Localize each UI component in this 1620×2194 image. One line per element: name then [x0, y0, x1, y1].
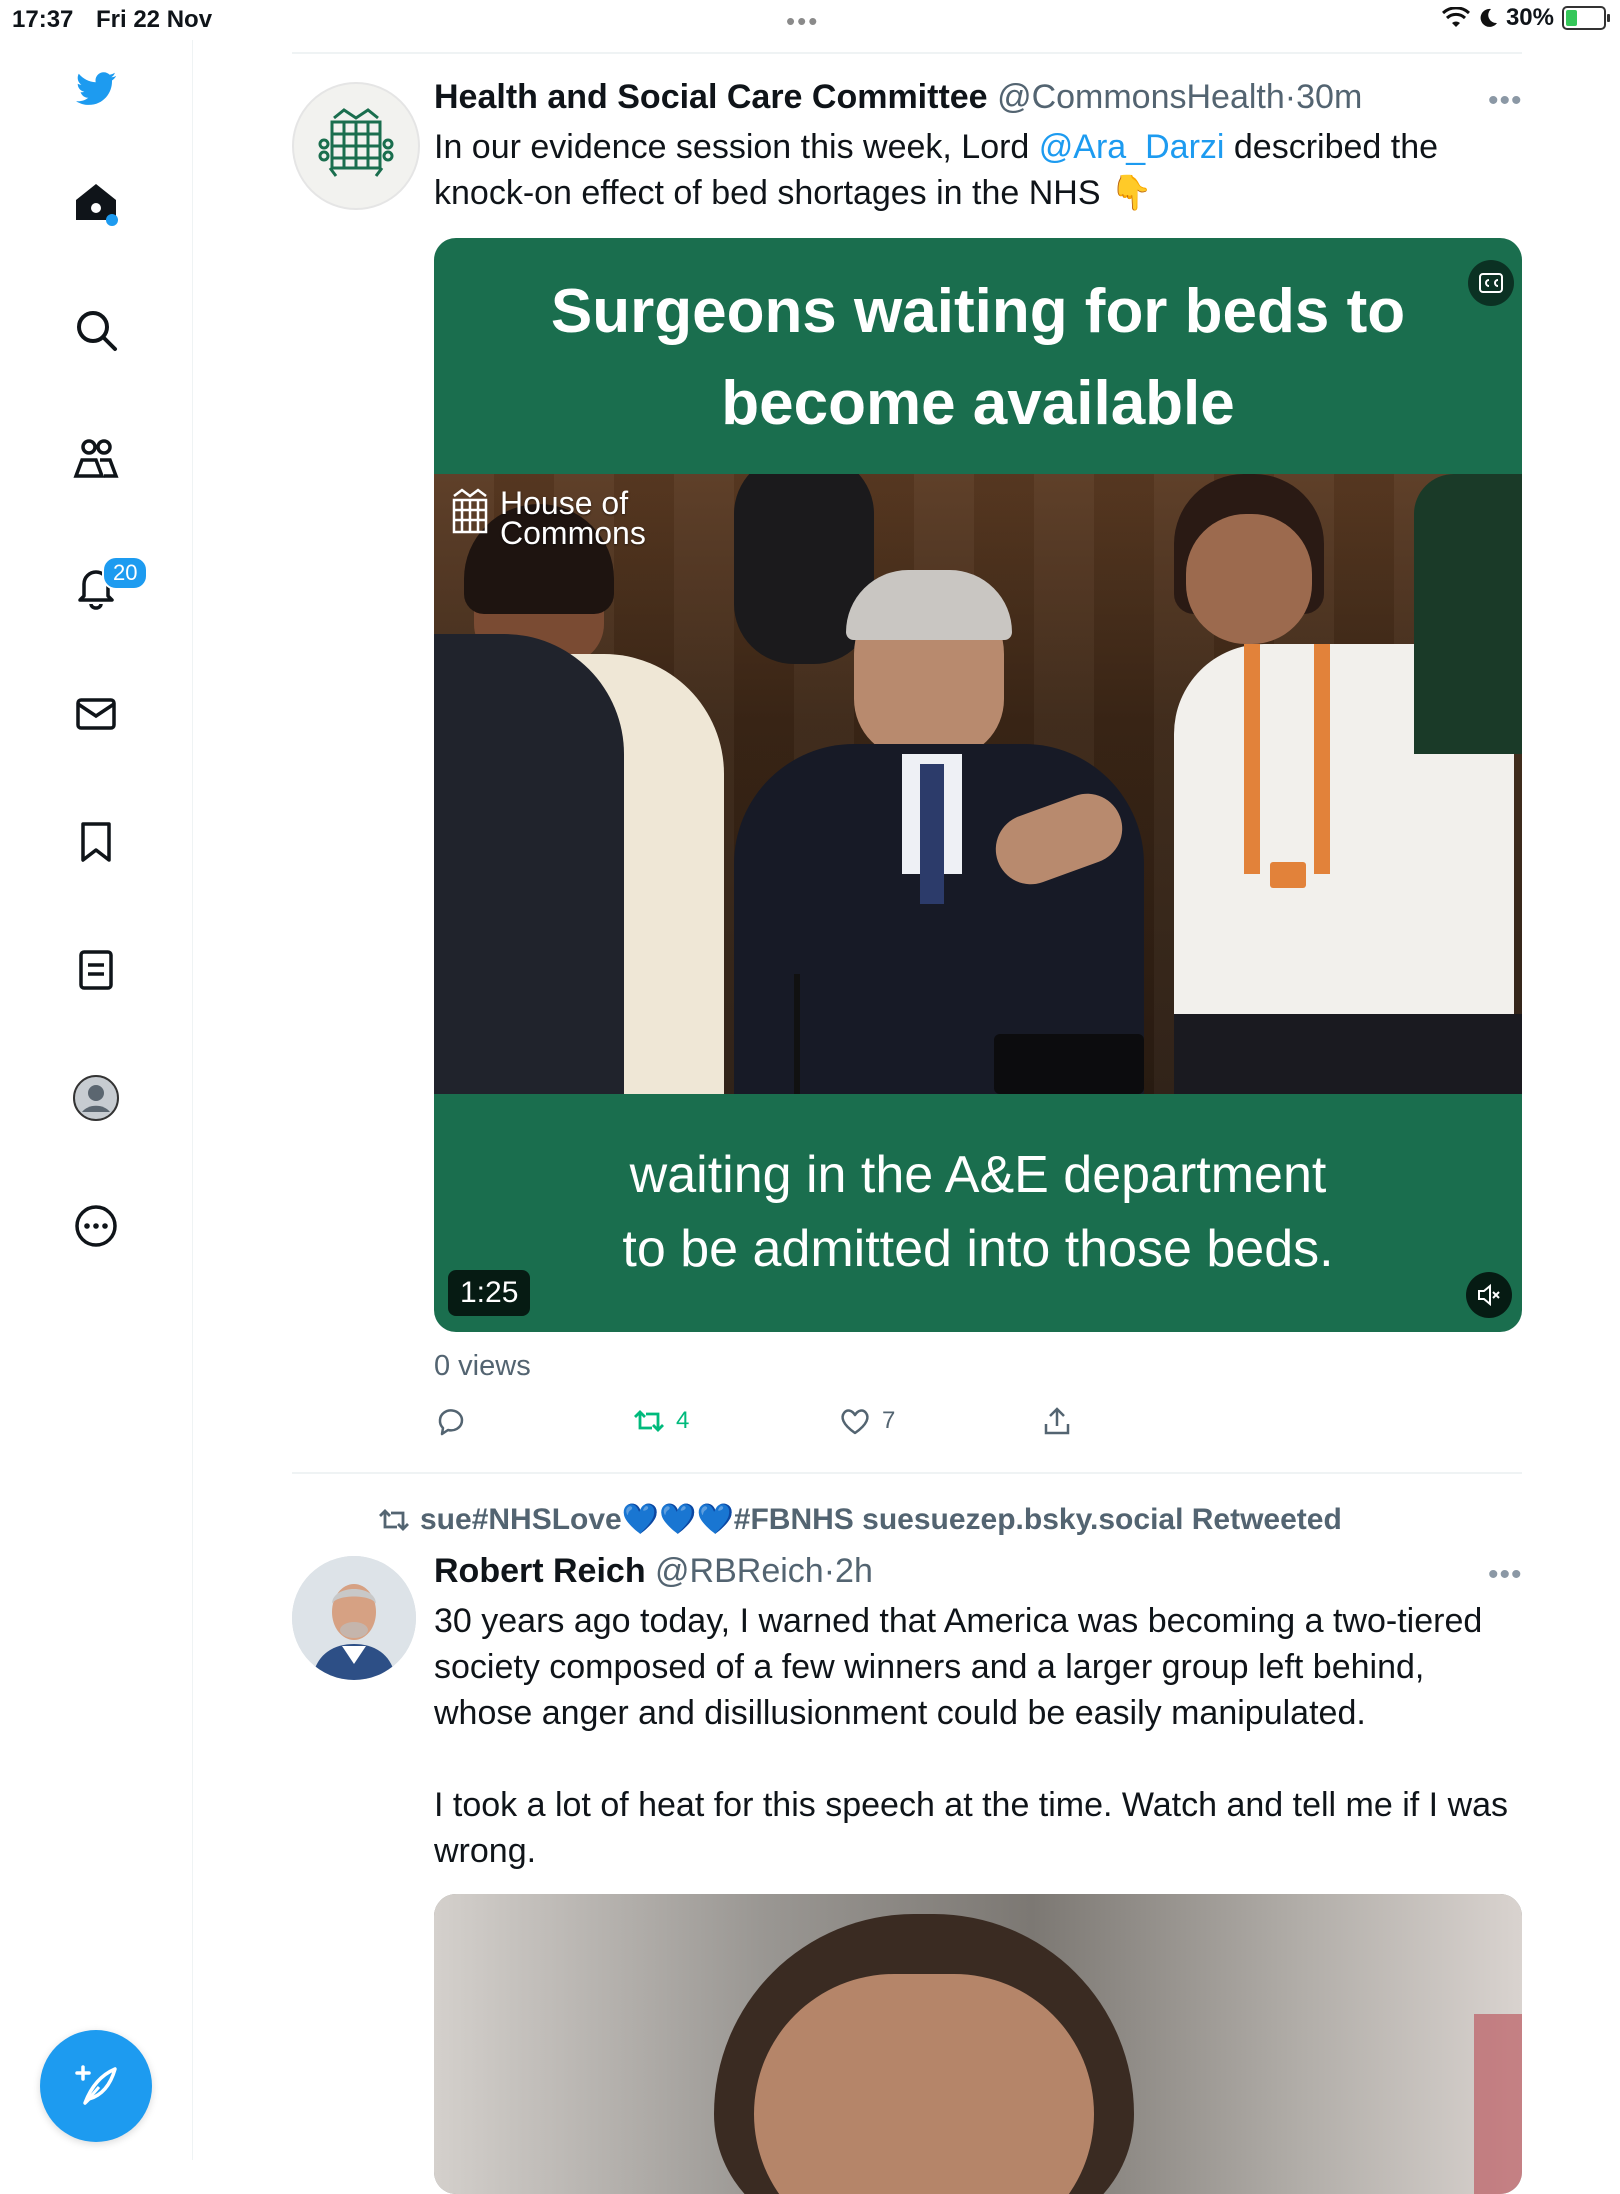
- pointing-down-emoji: 👇: [1109, 174, 1153, 212]
- battery-level: [1566, 10, 1577, 26]
- tweet-text-para2: I took a lot of heat for this speech at …: [434, 1786, 1509, 1870]
- display-name[interactable]: Health and Social Care Committee: [434, 78, 988, 116]
- person-portrait-icon: [292, 1556, 416, 1680]
- like-count: 7: [882, 1407, 896, 1434]
- reply-icon: [438, 1409, 464, 1436]
- handle[interactable]: @CommonsHealth: [997, 78, 1285, 116]
- separator: ·: [823, 1552, 836, 1590]
- status-date: Fri 22 Nov: [96, 6, 213, 33]
- retweet-button[interactable]: 4: [632, 1404, 689, 1438]
- speaker-muted-icon: [1478, 1283, 1500, 1307]
- retweeted-indicator-icon: [379, 1508, 409, 1531]
- sidebar-nav: 20: [0, 40, 193, 2160]
- video-player[interactable]: Surgeons waiting for beds to become avai…: [434, 238, 1522, 1332]
- retweet-count: 4: [676, 1407, 690, 1434]
- messages-envelope-icon[interactable]: [56, 674, 136, 754]
- avatar-rbreich[interactable]: [292, 1556, 416, 1680]
- share-icon: [1044, 1407, 1070, 1435]
- profile-avatar-icon[interactable]: [56, 1058, 136, 1138]
- timestamp[interactable]: 30m: [1296, 78, 1362, 116]
- timestamp[interactable]: 2h: [835, 1552, 873, 1590]
- tweet-header: Health and Social Care Committee @Common…: [434, 78, 1362, 117]
- bookmark-icon[interactable]: [56, 802, 136, 882]
- communities-icon[interactable]: [56, 418, 136, 498]
- house-of-commons-watermark: House of Commons: [448, 485, 646, 551]
- portcullis-watermark-icon: [452, 488, 488, 534]
- feed-top-divider: [292, 52, 1522, 54]
- more-options-icon[interactable]: •••: [1488, 1558, 1523, 1592]
- reply-button[interactable]: [434, 1404, 468, 1438]
- moon-icon: [1480, 8, 1497, 27]
- status-time: 17:37: [12, 6, 74, 33]
- heart-icon: [841, 1409, 869, 1435]
- more-options-icon[interactable]: •••: [1488, 84, 1523, 118]
- status-indicators: 30%: [1441, 4, 1610, 32]
- twitter-bird-icon[interactable]: [56, 50, 136, 130]
- video-duration: 1:25: [448, 1270, 531, 1316]
- compose-feather-icon: [75, 2065, 117, 2105]
- captions-button[interactable]: [1468, 260, 1514, 306]
- retweet-icon: [634, 1410, 664, 1432]
- tweet-divider: [292, 1472, 1522, 1474]
- home-icon[interactable]: [56, 162, 136, 242]
- retweeted-by-line: sue#NHSLove💙💙💙#FBNHS suesuezep.bsky.soci…: [376, 1502, 1342, 1537]
- video-caption-top: Surgeons waiting for beds to become avai…: [550, 277, 1406, 438]
- separator: ·: [1284, 78, 1297, 116]
- tweet-header: Robert Reich @RBReich·2h: [434, 1552, 873, 1591]
- status-bar: 17:37 Fri 22 Nov ••• 30%: [0, 0, 1620, 40]
- battery-percent: 30%: [1505, 4, 1554, 31]
- notifications-badge: 20: [102, 556, 149, 590]
- video-caption-bottom-line2: to be admitted into those beds.: [622, 1220, 1334, 1278]
- watermark-line1: House of: [500, 485, 629, 521]
- lists-icon[interactable]: [56, 930, 136, 1010]
- battery-icon: [1562, 6, 1610, 30]
- video-person-face: [754, 1974, 1094, 2194]
- home-unread-dot: [106, 214, 118, 226]
- wifi-icon: [1441, 7, 1470, 27]
- portcullis-logo-icon: [318, 108, 394, 177]
- retweeted-by-text[interactable]: sue#NHSLove💙💙💙#FBNHS suesuezep.bsky.soci…: [420, 1502, 1342, 1537]
- display-name[interactable]: Robert Reich: [434, 1552, 646, 1590]
- captions-icon: [1479, 273, 1503, 293]
- tweet-text-para1: 30 years ago today, I warned that Americ…: [434, 1602, 1483, 1732]
- compose-button[interactable]: [40, 2030, 152, 2142]
- tweet-text: In our evidence session this week, Lord …: [434, 124, 1514, 216]
- view-count: 0 views: [434, 1350, 531, 1382]
- mute-button[interactable]: [1466, 1272, 1512, 1318]
- video-frame: House of Commons: [434, 474, 1522, 1094]
- tweet-text-part: In our evidence session this week, Lord: [434, 128, 1039, 166]
- like-button[interactable]: 7: [838, 1404, 895, 1438]
- mention-link[interactable]: @Ara_Darzi: [1039, 128, 1225, 166]
- multitasking-dots[interactable]: •••: [786, 6, 819, 37]
- video-caption-bottom: waiting in the A&E department to be admi…: [434, 1138, 1522, 1286]
- avatar-commonshealth[interactable]: [292, 82, 420, 210]
- share-button[interactable]: [1040, 1404, 1074, 1438]
- handle[interactable]: @RBReich: [655, 1552, 824, 1590]
- watermark-line2: Commons: [500, 515, 646, 551]
- video-caption-bottom-line1: waiting in the A&E department: [629, 1146, 1327, 1204]
- video-player-rbreich[interactable]: [434, 1894, 1522, 2194]
- search-icon[interactable]: [56, 290, 136, 370]
- more-circle-icon[interactable]: [56, 1186, 136, 1266]
